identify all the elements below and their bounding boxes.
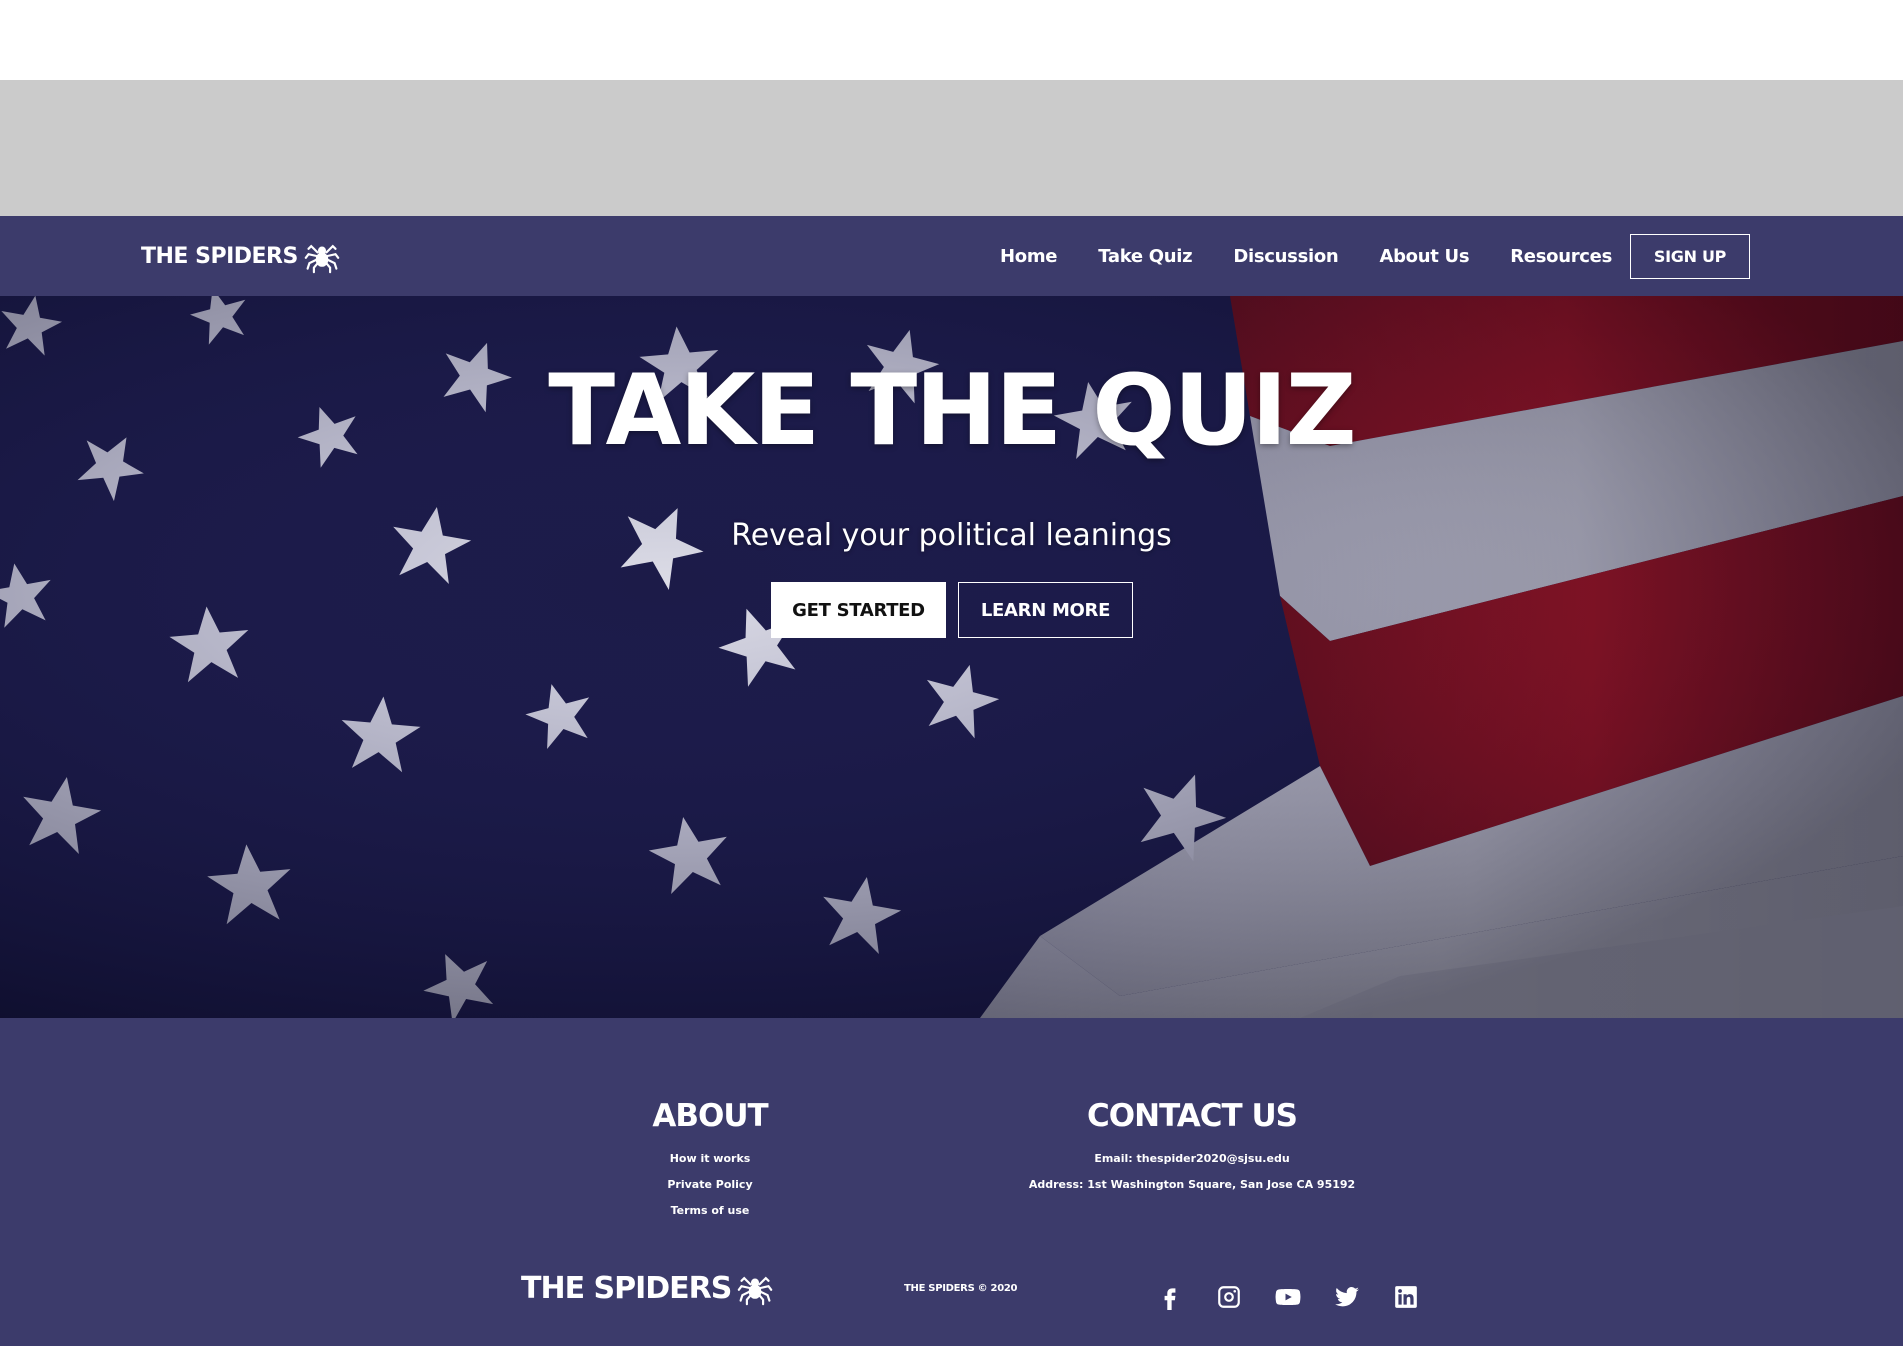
nav-link-resources[interactable]: Resources [1510,246,1612,267]
spider-icon [738,1276,773,1306]
nav-link-take-quiz[interactable]: Take Quiz [1098,246,1192,267]
nav-link-home[interactable]: Home [1000,246,1058,267]
footer-about-column: ABOUT How it works Private Policy Terms … [560,1098,860,1224]
learn-more-button[interactable]: LEARN MORE [958,582,1133,638]
nav-link-discussion[interactable]: Discussion [1233,246,1338,267]
social-links [1155,1282,1421,1312]
brand-name: THE SPIDERS [141,243,298,269]
hero-subtitle: Reveal your political leanings [731,518,1172,553]
nav-link-about-us[interactable]: About Us [1379,246,1469,267]
footer-link-private-policy[interactable]: Private Policy [560,1172,860,1198]
linkedin-icon[interactable] [1391,1282,1421,1312]
footer-contact-column: CONTACT US Email: thespider2020@sjsu.edu… [992,1098,1392,1198]
nav-links: Home Take Quiz Discussion About Us Resou… [1000,216,1653,296]
facebook-icon[interactable] [1155,1282,1185,1312]
hero-title: TAKE THE QUIZ [548,354,1356,468]
footer-about-heading: ABOUT [652,1098,768,1134]
copyright-text: THE SPIDERS © 2020 [904,1283,1018,1294]
brand-logo[interactable]: THE SPIDERS [141,238,340,274]
footer-link-how-it-works[interactable]: How it works [560,1146,860,1172]
navbar: THE SPIDERS Home Take Quiz Discussion Ab… [0,216,1903,296]
footer-contact-address: Address: 1st Washington Square, San Jose… [1028,1178,1356,1191]
footer-contact-heading: CONTACT US [1087,1098,1298,1134]
footer-contact-email: Email: thespider2020@sjsu.edu [1094,1152,1290,1165]
instagram-icon[interactable] [1214,1282,1244,1312]
footer-link-terms-of-use[interactable]: Terms of use [560,1198,860,1224]
footer-brand-logo[interactable]: THE SPIDERS [521,1268,773,1308]
hero-section: TAKE THE QUIZ Reveal your political lean… [0,296,1903,1018]
footer-brand-name: THE SPIDERS [521,1270,732,1306]
top-blank-area [0,0,1903,80]
youtube-icon[interactable] [1273,1282,1303,1312]
spider-icon [304,244,340,274]
signup-button[interactable]: SIGN UP [1630,234,1750,279]
get-started-button[interactable]: GET STARTED [771,582,946,638]
footer: ABOUT How it works Private Policy Terms … [0,1018,1903,1346]
twitter-icon[interactable] [1332,1282,1362,1312]
banner-placeholder [0,80,1903,216]
